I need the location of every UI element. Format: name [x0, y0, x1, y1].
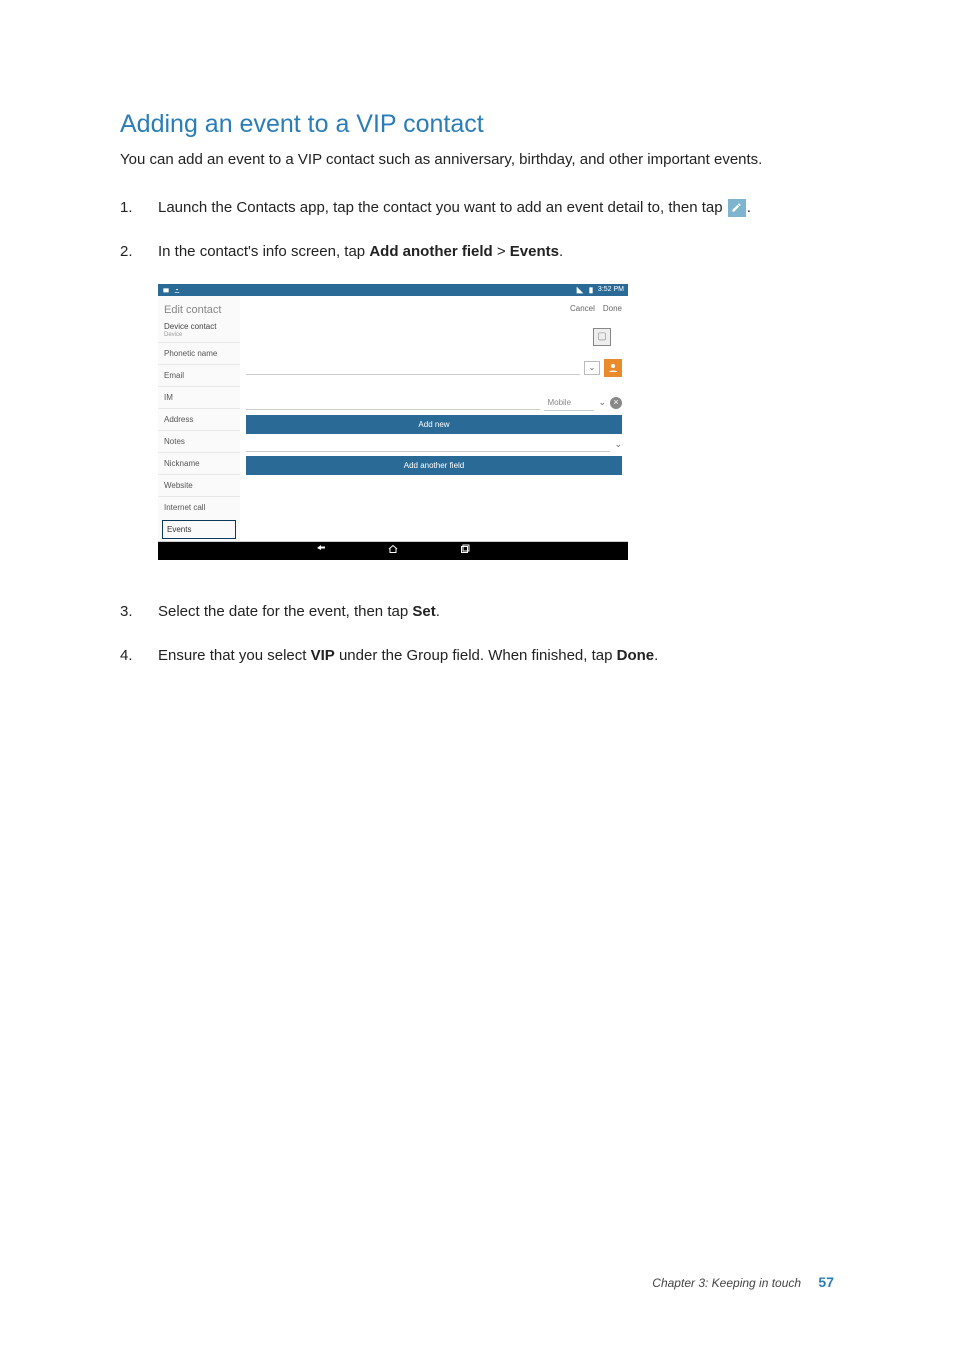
step-4-bold2: Done — [617, 647, 655, 664]
remove-field-icon[interactable]: × — [610, 397, 622, 409]
sidebar-item-internet-call[interactable]: Internet call — [158, 496, 240, 518]
contact-photo-placeholder[interactable]: ▢ — [584, 319, 620, 355]
step-4-pre: Ensure that you select — [158, 647, 311, 664]
sidebar-item-im[interactable]: IM — [158, 386, 240, 408]
chapter-label: Chapter 3: Keeping in touch — [652, 1276, 801, 1290]
back-nav-icon[interactable] — [315, 542, 327, 560]
chevron-down-icon[interactable]: ⌄ — [598, 397, 606, 408]
sidebar-item-website[interactable]: Website — [158, 474, 240, 496]
step-2-pre: In the contact's info screen, tap — [158, 243, 369, 260]
sidebar-item-events[interactable]: Events — [162, 520, 236, 539]
phone-input[interactable] — [246, 396, 540, 410]
step-2-mid: > — [493, 243, 510, 260]
add-another-field-button[interactable]: Add another field — [246, 456, 622, 475]
step-4-bold1: VIP — [311, 647, 335, 664]
step-4-mid: under the Group field. When finished, ta… — [335, 647, 617, 664]
edit-contact-sidebar: Edit contact Device contact Device Phone… — [158, 296, 240, 541]
step-number: 1. — [120, 196, 140, 220]
edit-contact-screenshot: 3:52 PM Edit contact Device contact Devi… — [158, 284, 628, 560]
step-text: Select the date for the event, then tap … — [158, 600, 834, 624]
edit-contact-mainpane: Cancel Done ▢ ⌄ — [240, 296, 628, 541]
phone-type-select[interactable]: Mobile — [544, 395, 594, 411]
android-nav-bar — [158, 542, 628, 560]
step-3: 3. Select the date for the event, then t… — [120, 600, 834, 624]
name-input[interactable] — [246, 361, 580, 375]
edit-pencil-icon — [728, 199, 746, 217]
step-number: 3. — [120, 600, 140, 624]
sidebar-title: Edit contact — [158, 296, 240, 318]
step-text: Launch the Contacts app, tap the contact… — [158, 196, 834, 220]
step-2-post: . — [559, 243, 563, 260]
step-3-pre: Select the date for the event, then tap — [158, 603, 412, 620]
sidebar-item-email[interactable]: Email — [158, 364, 240, 386]
step-2-bold2: Events — [510, 243, 559, 260]
secondary-input[interactable] — [246, 438, 610, 452]
page-footer: Chapter 3: Keeping in touch 57 — [652, 1274, 834, 1290]
account-label[interactable]: Device contact — [158, 318, 240, 332]
step-text: Ensure that you select VIP under the Gro… — [158, 644, 834, 668]
step-4-post: . — [654, 647, 658, 664]
sidebar-item-address[interactable]: Address — [158, 408, 240, 430]
download-status-icon — [173, 286, 181, 294]
step-3-post: . — [436, 603, 440, 620]
cancel-button[interactable]: Cancel — [570, 304, 595, 313]
sidebar-item-phonetic-name[interactable]: Phonetic name — [158, 342, 240, 364]
signal-status-icon — [576, 286, 584, 294]
done-button[interactable]: Done — [603, 304, 622, 313]
step-2: 2. In the contact's info screen, tap Add… — [120, 240, 834, 264]
step-1-pre: Launch the Contacts app, tap the contact… — [158, 199, 727, 216]
sidebar-item-nickname[interactable]: Nickname — [158, 452, 240, 474]
step-number: 4. — [120, 644, 140, 668]
home-nav-icon[interactable] — [387, 542, 399, 560]
add-new-button[interactable]: Add new — [246, 415, 622, 434]
page-number: 57 — [818, 1274, 834, 1290]
account-sublabel: Device — [158, 332, 240, 342]
intro-paragraph: You can add an event to a VIP contact su… — [120, 149, 834, 172]
step-1-post: . — [747, 199, 751, 216]
camera-status-icon — [162, 286, 170, 294]
step-1: 1. Launch the Contacts app, tap the cont… — [120, 196, 834, 220]
android-status-bar: 3:52 PM — [158, 284, 628, 296]
step-text: In the contact's info screen, tap Add an… — [158, 240, 834, 264]
step-2-bold1: Add another field — [369, 243, 492, 260]
sidebar-item-notes[interactable]: Notes — [158, 430, 240, 452]
recents-nav-icon[interactable] — [459, 542, 471, 560]
step-number: 2. — [120, 240, 140, 264]
battery-status-icon — [587, 286, 595, 294]
step-4: 4. Ensure that you select VIP under the … — [120, 644, 834, 668]
chevron-down-icon[interactable]: ⌄ — [614, 439, 622, 450]
section-heading: Adding an event to a VIP contact — [120, 110, 834, 139]
expand-name-chevron[interactable]: ⌄ — [584, 361, 600, 375]
status-time: 3:52 PM — [598, 286, 624, 293]
contact-avatar-icon[interactable] — [604, 359, 622, 377]
step-3-bold1: Set — [412, 603, 435, 620]
contact-card-icon: ▢ — [593, 328, 611, 346]
